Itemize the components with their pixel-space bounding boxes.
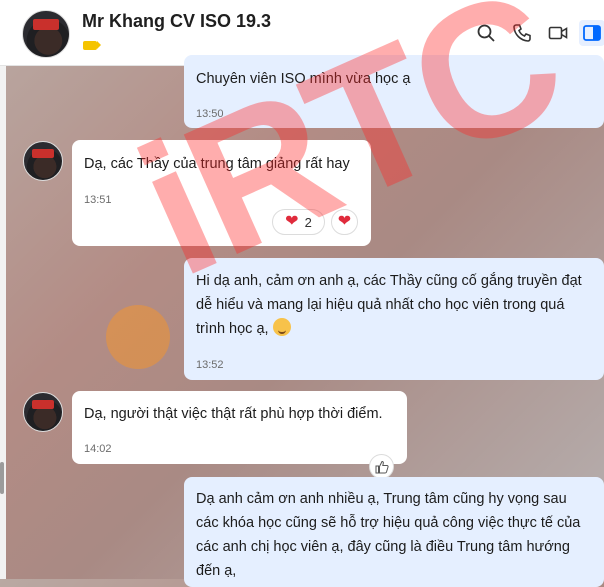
reaction-summary[interactable]: ❤ 2 [272, 209, 325, 235]
message-line: đến ạ, [196, 563, 237, 579]
message-line: Hi dạ anh, cảm ơn anh ạ, các Thầy cũng c… [196, 273, 582, 289]
contact-name[interactable]: Mr Khang CV ISO 19.3 [82, 11, 271, 32]
message-line: các khóa học cũng sẽ hỗ trợ hiệu quả côn… [196, 515, 581, 531]
heart-icon: ❤ [285, 213, 299, 230]
panel-toggle-icon[interactable] [579, 20, 604, 46]
label-tag-icon[interactable] [83, 41, 101, 50]
message-time: 13:52 [196, 359, 224, 371]
message-text: Dạ, các Thầy của trung tâm giảng rất hay [84, 156, 350, 172]
message-line: dễ hiểu và mang lại hiệu quả nhất cho họ… [196, 297, 565, 313]
message-bubble-outgoing[interactable]: Chuyên viên ISO mình vừa học ạ 13:50 [184, 55, 604, 128]
contact-avatar[interactable] [22, 10, 70, 58]
message-line: Dạ anh cảm ơn anh nhiều ạ, Trung tâm cũn… [196, 491, 567, 507]
message-line: các anh chị học viên ạ, đây cũng là điều… [196, 539, 570, 555]
message-line-wrap: trình học ạ, [196, 317, 291, 341]
message-bubble-outgoing[interactable]: Dạ anh cảm ơn anh nhiều ạ, Trung tâm cũn… [184, 477, 604, 587]
message-bubble-incoming[interactable]: Dạ, các Thầy của trung tâm giảng rất hay… [72, 140, 371, 246]
watermark-dot [106, 305, 170, 369]
left-strip [0, 66, 6, 579]
message-text: Dạ, người thật việc thật rất phù hợp thờ… [84, 406, 383, 422]
search-icon[interactable] [473, 20, 499, 46]
like-reaction-button[interactable] [369, 454, 394, 479]
message-bubble-outgoing[interactable]: Hi dạ anh, cảm ơn anh ạ, các Thầy cũng c… [184, 258, 604, 380]
sender-avatar[interactable] [23, 392, 63, 432]
phone-icon[interactable] [509, 20, 535, 46]
react-heart-button[interactable]: ❤ [331, 209, 358, 235]
scrollbar-thumb[interactable] [0, 462, 4, 494]
message-time: 14:02 [84, 443, 112, 455]
thumbs-up-icon [375, 460, 389, 473]
message-text: Chuyên viên ISO mình vừa học ạ [196, 71, 411, 87]
smiling-emoji-icon [272, 318, 291, 336]
heart-icon: ❤ [337, 213, 352, 230]
message-bubble-incoming[interactable]: Dạ, người thật việc thật rất phù hợp thờ… [72, 391, 407, 464]
message-time: 13:50 [196, 108, 224, 120]
video-call-icon[interactable] [545, 20, 571, 46]
message-line: trình học ạ, [196, 321, 269, 337]
sender-avatar[interactable] [23, 141, 63, 181]
reaction-count: 2 [304, 214, 312, 230]
message-time: 13:51 [84, 194, 112, 206]
